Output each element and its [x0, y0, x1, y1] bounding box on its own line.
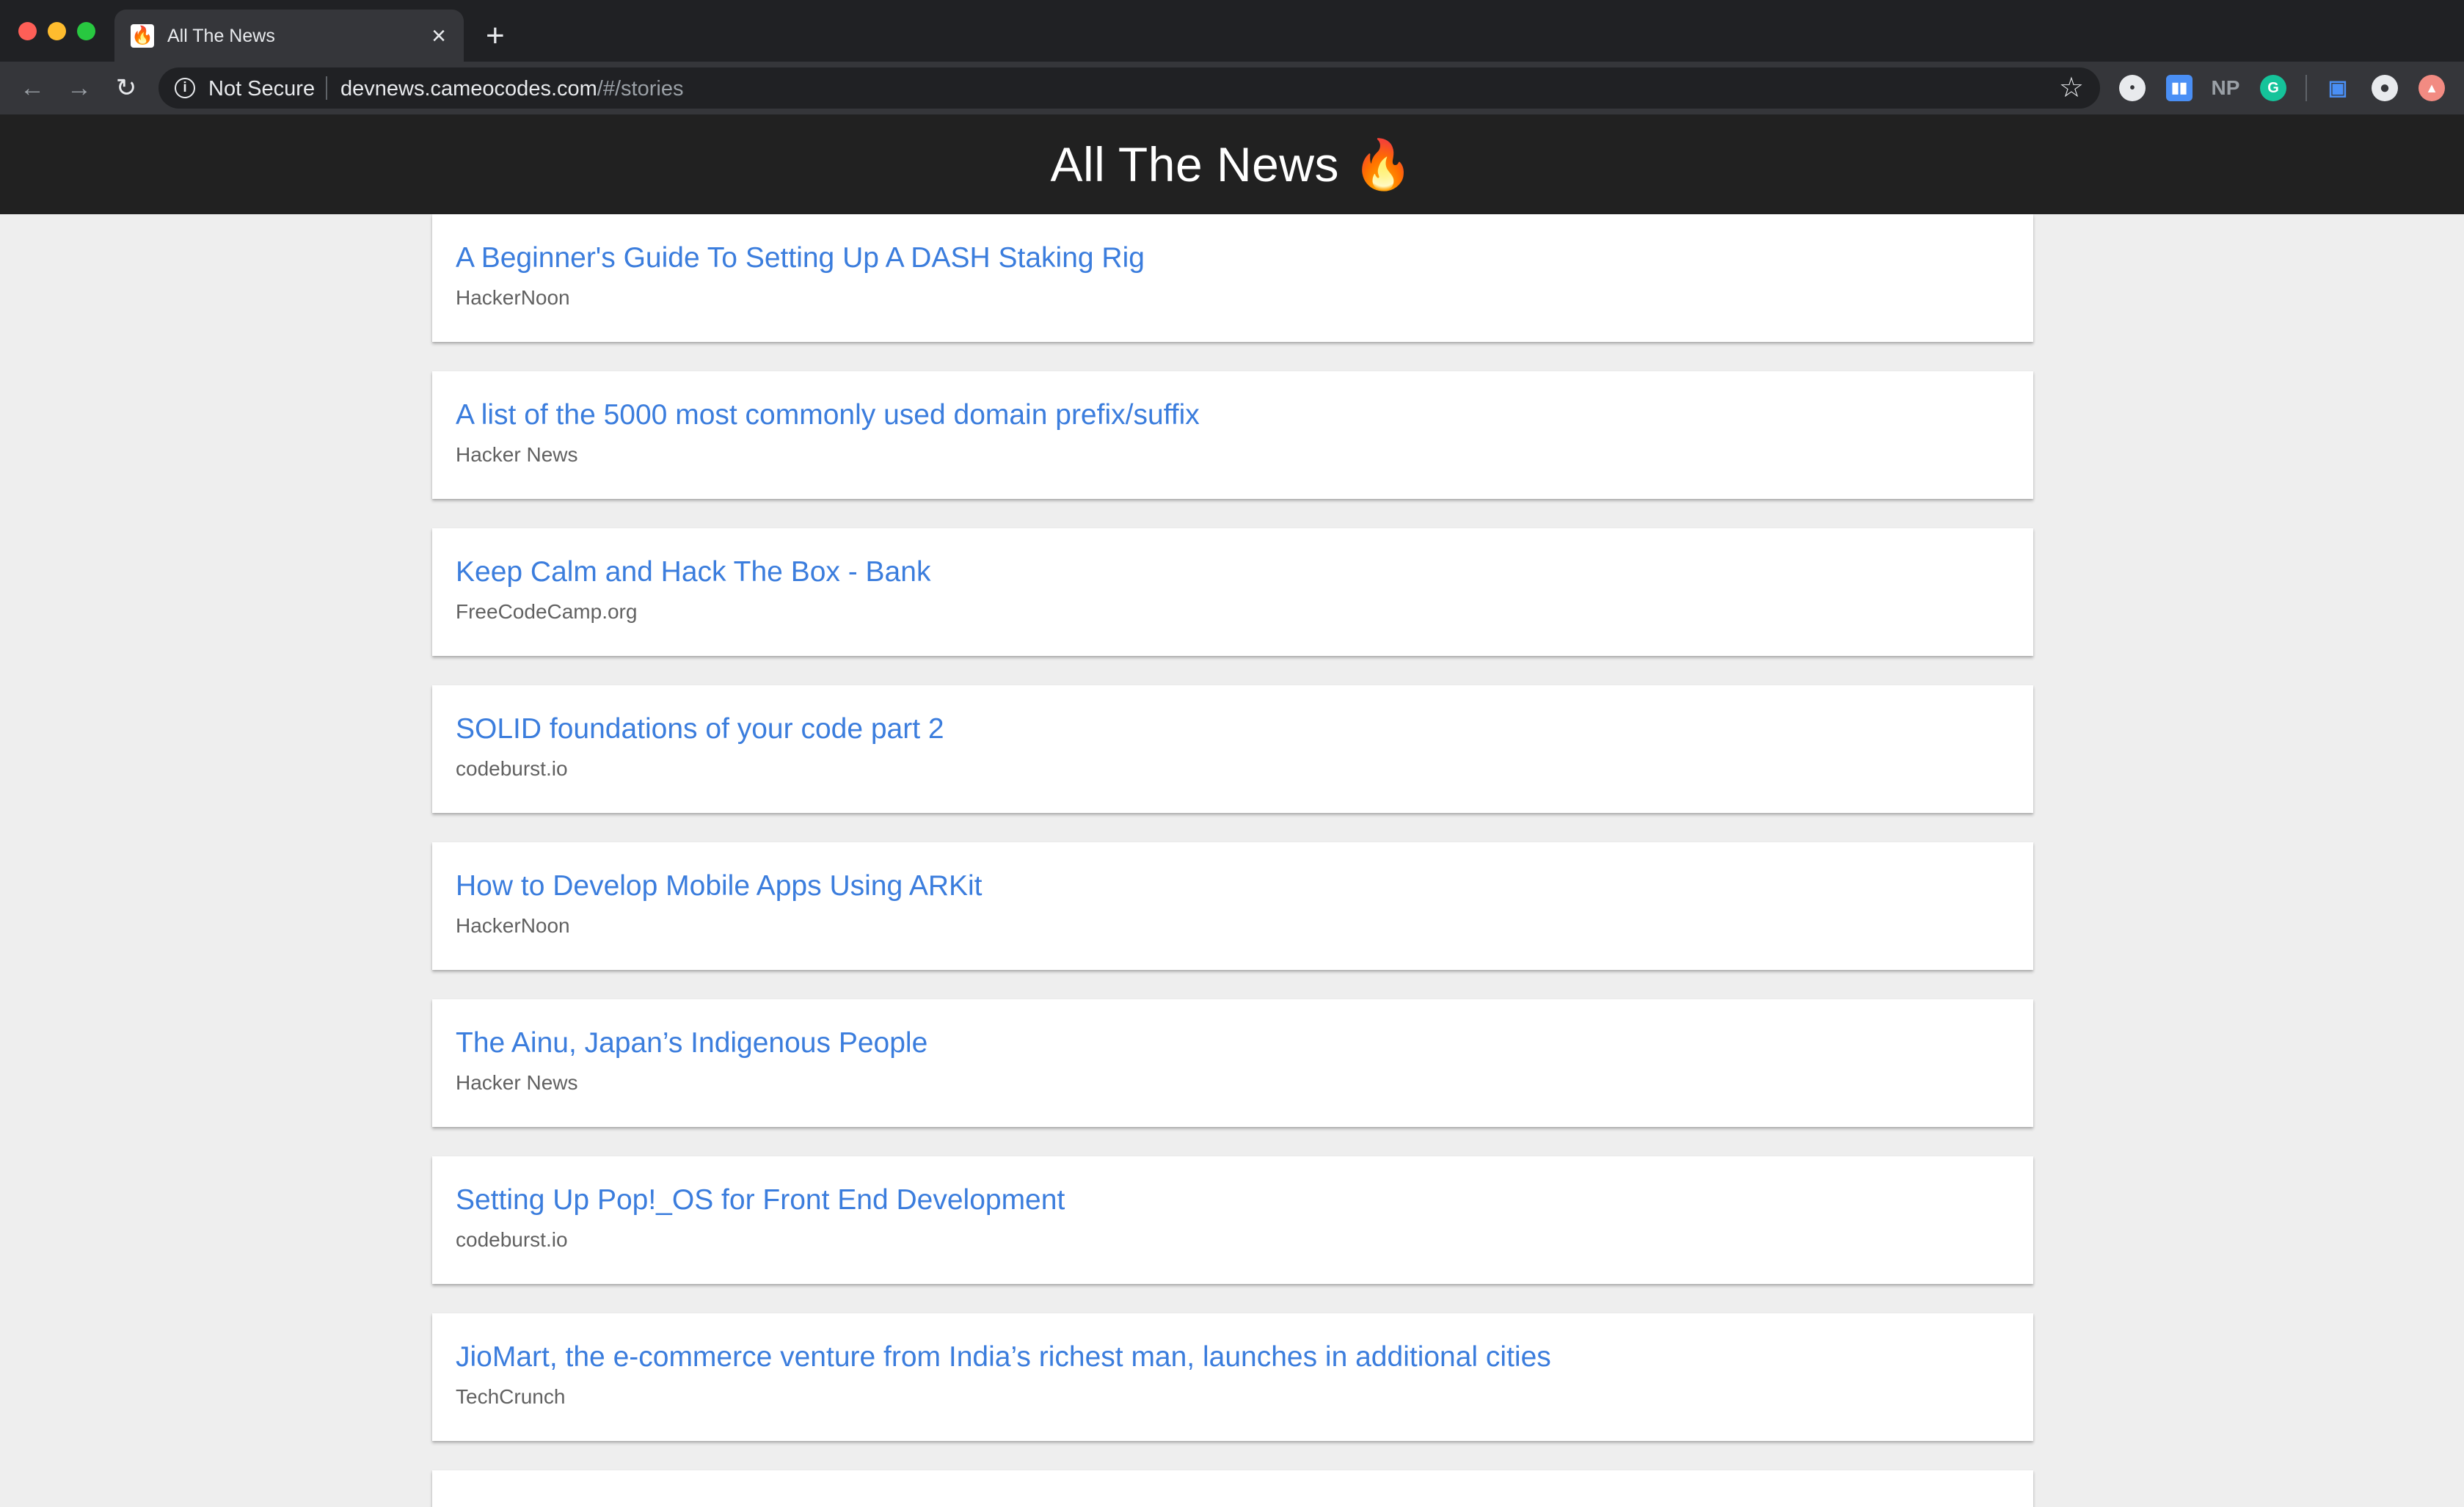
story-card[interactable]: JioMart, the e-commerce venture from Ind… — [432, 1313, 2033, 1441]
maximize-window-button[interactable] — [77, 22, 95, 40]
story-card[interactable]: How to Develop Mobile Apps Using ARKit H… — [432, 842, 2033, 970]
grammarly-icon[interactable]: G — [2260, 75, 2286, 101]
close-window-button[interactable] — [18, 22, 37, 40]
story-source: TechCrunch — [456, 1385, 566, 1408]
url-path: /#/stories — [597, 77, 684, 101]
forward-arrow-icon[interactable]: → — [63, 72, 95, 104]
story-title-link[interactable]: JioMart, the e-commerce venture from Ind… — [456, 1341, 1551, 1373]
page-title: All The News 🔥 — [1050, 137, 1414, 191]
omnibox-divider — [326, 76, 327, 100]
story-source: HackerNoon — [456, 914, 570, 937]
story-card[interactable]: A Beginner's Guide To Setting Up A DASH … — [432, 214, 2033, 342]
fire-icon: 🔥 — [131, 24, 154, 48]
story-source: Hacker News — [456, 443, 578, 466]
story-card-partial[interactable] — [432, 1470, 2033, 1507]
browser-toolbar: ← → ↻ i Not Secure devnews.cameocodes.co… — [0, 62, 2464, 114]
security-label[interactable]: Not Secure — [208, 77, 315, 101]
story-source: Hacker News — [456, 1071, 578, 1094]
url-text[interactable]: devnews.cameocodes.com/#/stories — [340, 77, 683, 101]
toolbar-divider — [2306, 75, 2307, 101]
browser-tab[interactable]: 🔥 All The News × — [114, 10, 464, 62]
story-card[interactable]: The Ainu, Japan’s Indigenous People Hack… — [432, 999, 2033, 1127]
minimize-window-button[interactable] — [48, 22, 66, 40]
story-title-link[interactable]: Keep Calm and Hack The Box - Bank — [456, 556, 930, 588]
story-title-link[interactable]: Setting Up Pop!_OS for Front End Develop… — [456, 1184, 1065, 1216]
story-card[interactable]: Setting Up Pop!_OS for Front End Develop… — [432, 1156, 2033, 1284]
story-title-link[interactable]: How to Develop Mobile Apps Using ARKit — [456, 870, 983, 902]
close-icon[interactable]: × — [431, 21, 446, 51]
cast-icon[interactable]: ▣ — [2325, 75, 2351, 101]
story-source: codeburst.io — [456, 1228, 568, 1251]
bookmark-star-icon[interactable]: ☆ — [2059, 72, 2084, 104]
app-header: All The News 🔥 — [0, 114, 2464, 214]
story-card[interactable]: A list of the 5000 most commonly used do… — [432, 371, 2033, 499]
story-title-link[interactable]: The Ainu, Japan’s Indigenous People — [456, 1027, 927, 1059]
back-arrow-icon[interactable]: ← — [16, 72, 48, 104]
np-icon[interactable]: NP — [2209, 75, 2242, 101]
reload-icon[interactable]: ↻ — [110, 72, 142, 104]
lastpass-icon[interactable]: • — [2119, 75, 2146, 101]
story-title-link[interactable]: A Beginner's Guide To Setting Up A DASH … — [456, 242, 1145, 274]
profile-icon[interactable]: ● — [2372, 75, 2398, 101]
story-title-link[interactable]: A list of the 5000 most commonly used do… — [456, 399, 1200, 431]
story-card[interactable]: Keep Calm and Hack The Box - Bank FreeCo… — [432, 528, 2033, 656]
story-source: codeburst.io — [456, 757, 568, 780]
extension-alert-icon[interactable]: ▲ — [2419, 75, 2445, 101]
story-title-link[interactable]: SOLID foundations of your code part 2 — [456, 713, 944, 745]
browser-tab-bar: 🔥 All The News × + — [0, 0, 2464, 62]
story-source: FreeCodeCamp.org — [456, 600, 638, 623]
trello-icon[interactable]: ▮▮ — [2166, 75, 2193, 101]
info-icon[interactable]: i — [175, 78, 195, 98]
new-tab-button[interactable]: + — [486, 18, 505, 54]
tab-title: All The News — [167, 26, 275, 46]
url-host: devnews.cameocodes.com — [340, 77, 597, 101]
story-source: HackerNoon — [456, 286, 570, 309]
story-card[interactable]: SOLID foundations of your code part 2 co… — [432, 685, 2033, 813]
address-bar[interactable]: i Not Secure devnews.cameocodes.com/#/st… — [158, 67, 2100, 109]
